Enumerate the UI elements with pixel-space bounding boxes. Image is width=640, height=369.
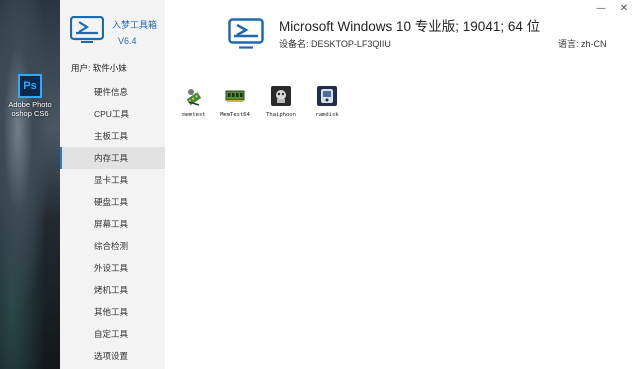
desktop-shortcut-label-line1: Adobe Photo <box>8 100 52 109</box>
app-version: V6.4 <box>118 36 137 46</box>
sidebar-item-2[interactable]: 主板工具 <box>60 125 165 147</box>
tool-label: MemTest64 <box>220 112 250 118</box>
sidebar: 入梦工具箱 V6.4 用户: 软件小妹 硬件信息 CPU工具 主板工具 内存工具 显卡工… <box>60 0 165 369</box>
tool-label: Thaiphoon <box>266 112 296 118</box>
system-logo-icon <box>228 18 264 49</box>
tool-memtest[interactable]: memtest <box>174 86 214 118</box>
sidebar-item-6[interactable]: 屏幕工具 <box>60 213 165 235</box>
app-logo-icon <box>70 16 104 43</box>
sidebar-item-10[interactable]: 其他工具 <box>60 301 165 323</box>
app-window: 入梦工具箱 V6.4 用户: 软件小妹 硬件信息 CPU工具 主板工具 内存工具 显卡工… <box>60 0 640 369</box>
user-label: 用户: 软件小妹 <box>71 63 127 73</box>
sidebar-item-4[interactable]: 显卡工具 <box>60 169 165 191</box>
sidebar-item-5[interactable]: 硬盘工具 <box>60 191 165 213</box>
sidebar-item-8[interactable]: 外设工具 <box>60 257 165 279</box>
sidebar-item-9[interactable]: 烤机工具 <box>60 279 165 301</box>
thaiphoon-icon <box>271 86 291 106</box>
ramdisk-icon <box>317 86 337 106</box>
desktop-shortcut-label: Adobe Photo oshop CS6 <box>2 100 58 118</box>
sidebar-nav: 硬件信息 CPU工具 主板工具 内存工具 显卡工具 硬盘工具 屏幕工具 综合检测 外设工具 烤机工… <box>60 81 165 367</box>
os-title: Microsoft Windows 10 专业版; 19041; 64 位 <box>279 19 541 34</box>
tool-label: ramdisk <box>315 112 339 118</box>
sidebar-item-3[interactable]: 内存工具 <box>60 147 165 169</box>
sidebar-item-11[interactable]: 自定工具 <box>60 323 165 345</box>
tool-thaiphoon[interactable]: Thaiphoon <box>261 86 301 118</box>
minimize-button[interactable]: — <box>594 2 608 16</box>
sidebar-item-12[interactable]: 选项设置 <box>60 345 165 367</box>
desktop-shortcut-photoshop[interactable]: Ps Adobe Photo oshop CS6 <box>2 74 58 118</box>
language-label: 语言: zh-CN <box>558 39 607 49</box>
sidebar-item-1[interactable]: CPU工具 <box>60 103 165 125</box>
tool-memtest64[interactable]: MemTest64 <box>215 86 255 118</box>
app-name: 入梦工具箱 <box>112 20 158 30</box>
device-name: 设备名: DESKTOP-LF3QIIU <box>279 39 391 49</box>
desktop-background: Ps Adobe Photo oshop CS6 <box>0 0 60 369</box>
sidebar-item-0[interactable]: 硬件信息 <box>60 81 165 103</box>
desktop-shortcut-label-line2: oshop CS6 <box>11 109 49 118</box>
photoshop-icon: Ps <box>18 74 42 98</box>
brand: 入梦工具箱 V6.4 <box>70 14 165 50</box>
ram-module-icon <box>225 90 245 102</box>
tool-ramdisk[interactable]: ramdisk <box>307 86 347 118</box>
tool-label: memtest <box>182 112 206 118</box>
memtest-icon <box>186 89 202 106</box>
sidebar-item-7[interactable]: 综合检测 <box>60 235 165 257</box>
close-button[interactable]: ✕ <box>617 2 631 16</box>
